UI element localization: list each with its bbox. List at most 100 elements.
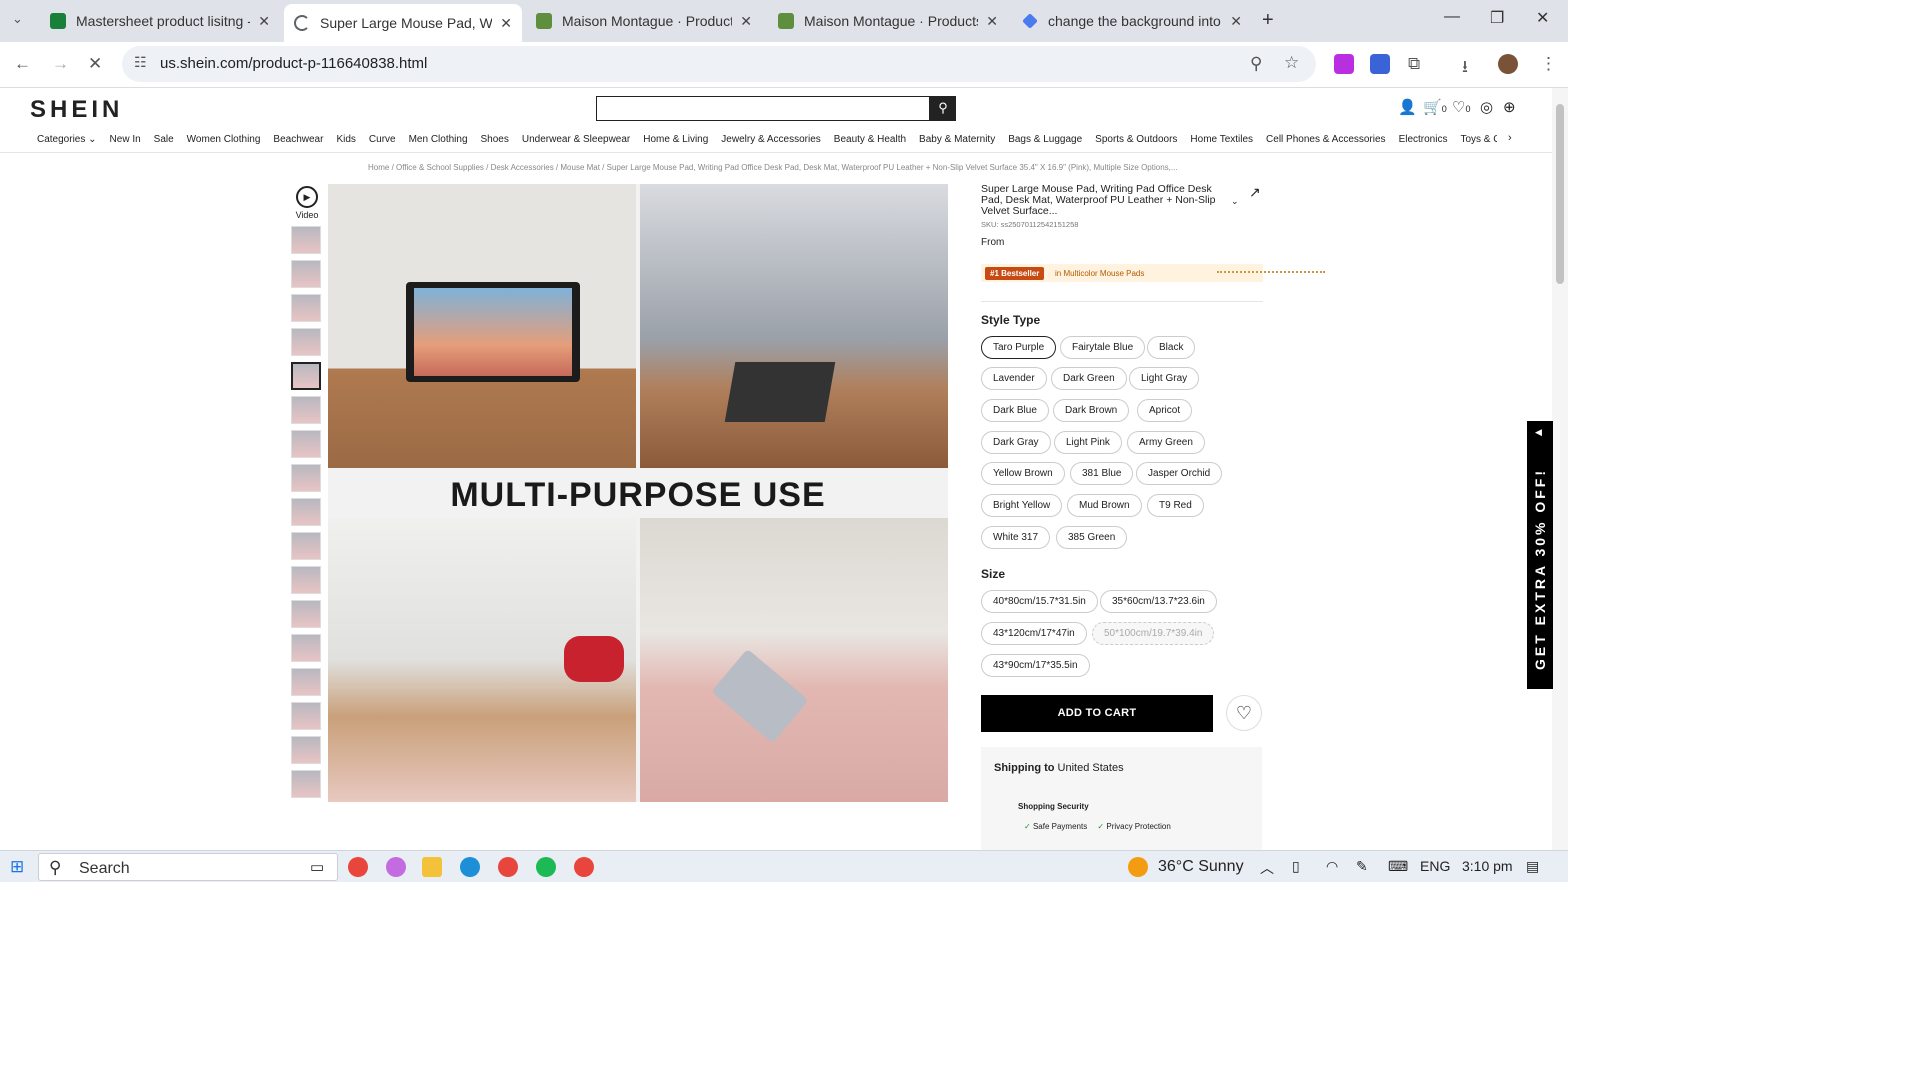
style-option-chip[interactable]: Yellow Brown <box>981 462 1065 485</box>
gallery-thumbnail[interactable] <box>291 498 321 526</box>
gallery-thumbnail[interactable] <box>291 634 321 662</box>
style-option-chip[interactable]: Dark Blue <box>981 399 1049 422</box>
close-icon[interactable]: ✕ <box>1230 13 1242 30</box>
gallery-thumbnail[interactable] <box>291 702 321 730</box>
gallery-thumbnail[interactable] <box>291 260 321 288</box>
language-globe-icon[interactable]: ⊕ <box>1503 98 1516 116</box>
style-option-chip[interactable]: Apricot <box>1137 399 1193 422</box>
close-icon[interactable]: ✕ <box>740 13 752 30</box>
spotify-icon[interactable] <box>536 857 556 877</box>
nav-item[interactable]: Baby & Maternity <box>919 134 995 145</box>
tab-mastersheet[interactable]: Mastersheet product lisitng - G ✕ <box>40 6 280 36</box>
nav-item[interactable]: Beachwear <box>273 134 323 145</box>
style-option-chip[interactable]: Fairytale Blue <box>1060 336 1146 359</box>
style-option-chip[interactable]: 381 Blue <box>1070 462 1134 485</box>
extensions-puzzle-icon[interactable]: ⧉ <box>1408 54 1420 74</box>
size-option-chip[interactable]: 43*120cm/17*47in <box>981 622 1087 645</box>
support-icon[interactable]: ◎ <box>1480 98 1493 116</box>
nav-item[interactable]: Electronics <box>1399 134 1448 145</box>
language-indicator[interactable]: ENG <box>1420 858 1450 874</box>
phone-link-icon[interactable]: ▯ <box>1292 858 1300 875</box>
weather-text[interactable]: 36°C Sunny <box>1158 858 1244 876</box>
nav-item[interactable]: Home Textiles <box>1190 134 1253 145</box>
collapse-arrow-icon[interactable]: ◀ <box>1535 427 1542 438</box>
tray-chevron-icon[interactable]: ︿ <box>1260 858 1274 878</box>
nav-item[interactable]: Toys & Games <box>1460 134 1497 145</box>
breadcrumb[interactable]: Home / Office & School Supplies / Desk A… <box>368 163 1178 172</box>
style-option-chip[interactable]: Mud Brown <box>1067 494 1142 517</box>
close-icon[interactable]: ✕ <box>500 15 512 32</box>
profile-avatar[interactable] <box>1498 54 1518 74</box>
tab-shein-active[interactable]: Super Large Mouse Pad, Writing ✕ <box>284 4 522 42</box>
style-option-chip[interactable]: Taro Purple <box>981 336 1057 359</box>
gallery-thumbnail[interactable] <box>291 770 321 798</box>
cart-icon[interactable]: 🛒0 <box>1423 98 1447 116</box>
site-info-icon[interactable]: ☷ <box>134 54 147 71</box>
minimize-icon[interactable]: — <box>1444 8 1460 26</box>
close-icon[interactable]: ✕ <box>986 13 998 30</box>
search-button[interactable]: ⚲ <box>930 96 956 121</box>
gallery-thumbnail[interactable] <box>291 430 321 458</box>
task-view-icon[interactable]: ▭ <box>310 858 324 876</box>
gallery-thumbnail[interactable] <box>291 464 321 492</box>
pokt-extension-icon[interactable] <box>1370 54 1390 74</box>
back-icon[interactable]: ← <box>14 54 31 74</box>
stop-loading-icon[interactable]: ✕ <box>88 54 102 74</box>
downloader-extension-icon[interactable] <box>1334 54 1354 74</box>
notification-icon[interactable]: ▤ <box>1526 858 1539 875</box>
nav-item[interactable]: Jewelry & Accessories <box>721 134 820 145</box>
scrollbar-thumb[interactable] <box>1556 104 1564 284</box>
gallery-thumbnail[interactable] <box>291 294 321 322</box>
url-text[interactable]: us.shein.com/product-p-116640838.html <box>160 55 427 72</box>
nav-item[interactable]: Women Clothing <box>187 134 261 145</box>
wifi-icon[interactable]: ◠ <box>1326 858 1338 875</box>
nav-next-icon[interactable]: › <box>1508 132 1512 144</box>
weather-sun-icon[interactable] <box>1128 857 1148 877</box>
size-option-chip[interactable]: 50*100cm/19.7*39.4in <box>1092 622 1215 645</box>
size-option-chip[interactable]: 40*80cm/15.7*31.5in <box>981 590 1098 613</box>
style-option-chip[interactable]: 385 Green <box>1056 526 1128 549</box>
nav-item[interactable]: Beauty & Health <box>834 134 906 145</box>
size-option-chip[interactable]: 43*90cm/17*35.5in <box>981 654 1090 677</box>
search-input[interactable] <box>596 96 930 121</box>
copilot-icon[interactable] <box>386 857 406 877</box>
close-icon[interactable]: ✕ <box>258 13 270 30</box>
windows-start-icon[interactable]: ⊞ <box>10 857 24 877</box>
gallery-thumbnail[interactable] <box>291 566 321 594</box>
clock[interactable]: 3:10 pm <box>1462 858 1513 874</box>
size-option-chip[interactable]: 35*60cm/13.7*23.6in <box>1100 590 1217 613</box>
account-icon[interactable]: 👤 <box>1398 98 1417 116</box>
chrome-icon[interactable] <box>348 857 368 877</box>
share-icon[interactable]: ↗ <box>1249 184 1261 201</box>
promo-side-tab[interactable]: ◀ GET EXTRA 30% OFF! <box>1527 421 1553 689</box>
gallery-thumbnail[interactable] <box>291 396 321 424</box>
edge-icon[interactable] <box>460 857 480 877</box>
style-option-chip[interactable]: Light Pink <box>1054 431 1122 454</box>
new-tab-icon[interactable]: + <box>1262 9 1274 32</box>
nav-item[interactable]: Curve <box>369 134 396 145</box>
chrome-profile-icon[interactable] <box>498 857 518 877</box>
product-main-image[interactable]: MULTI-PURPOSE USE <box>328 184 948 802</box>
page-scrollbar[interactable] <box>1552 88 1568 850</box>
gallery-thumbnail[interactable] <box>291 532 321 560</box>
gallery-thumbnail[interactable] <box>291 600 321 628</box>
add-to-cart-button[interactable]: ADD TO CART <box>981 695 1213 732</box>
gallery-thumbnail[interactable] <box>291 736 321 764</box>
expand-title-icon[interactable]: ⌄ <box>1231 196 1239 207</box>
nav-item[interactable]: Kids <box>336 134 355 145</box>
tab-maison-m[interactable]: Maison Montague · Products · M ✕ <box>526 6 762 36</box>
chrome-app-icon[interactable] <box>574 857 594 877</box>
pen-icon[interactable]: ✎ <box>1356 858 1368 875</box>
download-icon[interactable]: ⭳ <box>1462 54 1468 83</box>
style-option-chip[interactable]: Dark Brown <box>1053 399 1130 422</box>
zoom-icon[interactable]: ⚲ <box>1250 54 1262 74</box>
nav-item[interactable]: Bags & Luggage <box>1008 134 1082 145</box>
nav-item[interactable]: Sports & Outdoors <box>1095 134 1177 145</box>
wishlist-icon[interactable]: ♡0 <box>1452 98 1470 116</box>
bookmark-star-icon[interactable]: ☆ <box>1284 53 1299 73</box>
style-option-chip[interactable]: Army Green <box>1127 431 1205 454</box>
style-option-chip[interactable]: T9 Red <box>1147 494 1204 517</box>
style-option-chip[interactable]: Jasper Orchid <box>1136 462 1223 485</box>
file-explorer-icon[interactable] <box>422 857 442 877</box>
nav-item[interactable]: Shoes <box>481 134 509 145</box>
